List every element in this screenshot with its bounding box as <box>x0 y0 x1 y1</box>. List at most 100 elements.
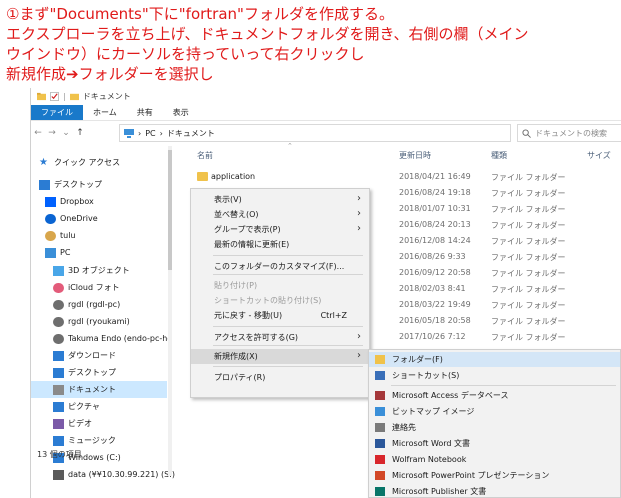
context-menu-item[interactable]: 最新の情報に更新(E) <box>191 237 369 252</box>
context-menu-label: プロパティ(R) <box>214 373 266 382</box>
sidebar-item[interactable]: data (¥¥10.30.99.221) (S:) <box>31 466 175 483</box>
new-submenu-label: 連絡先 <box>392 423 416 432</box>
context-menu-item[interactable]: このフォルダーのカスタマイズ(F)... <box>191 259 369 274</box>
video-icon <box>53 418 64 429</box>
new-submenu-item[interactable]: ショートカット(S) <box>369 368 620 383</box>
document-icon <box>53 384 64 395</box>
menu-separator <box>213 345 363 346</box>
instruction-line-3: ウインドウ）にカーソルを持っていって右クリックし <box>6 45 365 63</box>
up-arrow-icon[interactable]: ↑ <box>73 128 87 138</box>
context-menu-item[interactable]: プロパティ(R) <box>191 370 369 385</box>
sidebar-item[interactable]: rgdl (rgdl-pc) <box>31 296 167 313</box>
forward-arrow-icon[interactable]: → <box>45 128 59 138</box>
tab-view[interactable]: 表示 <box>163 105 199 120</box>
menu-separator <box>213 326 363 327</box>
sidebar-item[interactable]: デスクトップ <box>31 364 167 381</box>
back-arrow-icon[interactable]: ← <box>31 128 45 138</box>
file-type: ファイル フォルダー <box>491 269 566 278</box>
file-type: ファイル フォルダー <box>491 317 566 326</box>
context-menu-item[interactable]: 表示(V) › <box>191 192 369 207</box>
folder-icon <box>37 92 46 101</box>
tab-file[interactable]: ファイル <box>31 105 83 120</box>
tab-home[interactable]: ホーム <box>83 105 127 120</box>
context-menu-item[interactable]: 新規作成(X) › <box>191 349 369 364</box>
file-date: 2016/08/24 19:18 <box>399 188 471 197</box>
column-header-name[interactable]: 名前 <box>197 150 213 161</box>
sidebar-item[interactable]: ダウンロード <box>31 347 167 364</box>
word-icon <box>375 439 385 448</box>
instruction-folder-label: フォルダーを選択し <box>78 65 214 83</box>
context-menu-item[interactable]: 並べ替え(O) › <box>191 207 369 222</box>
sidebar-item[interactable]: ★ クイック アクセス <box>31 154 167 171</box>
sidebar-scrollbar-thumb[interactable] <box>168 150 172 270</box>
sidebar-item[interactable]: Dropbox <box>31 193 167 210</box>
navigation-pane: ★ クイック アクセス デスクトップ Dropbox OneDrive tulu PC 3D … <box>31 146 175 480</box>
menu-separator <box>213 255 363 256</box>
address-box[interactable]: › PC › ドキュメント <box>119 124 511 142</box>
cloud-icon <box>45 213 56 224</box>
search-box[interactable]: ドキュメントの検索 <box>517 124 621 142</box>
column-header-size[interactable]: サイズ <box>587 150 611 161</box>
new-submenu-item[interactable]: 連絡先 <box>369 420 620 435</box>
new-submenu-item[interactable]: フォルダー(F) <box>369 352 620 367</box>
column-header-date[interactable]: 更新日時 <box>399 150 431 161</box>
menu-separator <box>213 366 363 367</box>
new-submenu-item[interactable]: Wolfram Notebook <box>369 452 620 467</box>
file-row[interactable]: application 2018/04/21 16:49 ファイル フォルダー <box>191 169 621 185</box>
context-menu-label: 新規作成(X) <box>214 352 258 361</box>
file-date: 2018/03/22 19:49 <box>399 300 471 309</box>
file-date: 2018/04/21 16:49 <box>399 172 471 181</box>
sidebar-item[interactable]: PC <box>31 244 167 261</box>
context-menu-item[interactable]: 元に戻す - 移動(U) Ctrl+Z <box>191 308 369 323</box>
pc-icon <box>124 128 134 138</box>
file-date: 2016/05/18 20:58 <box>399 316 471 325</box>
sidebar-item[interactable]: 3D オブジェクト <box>31 262 167 279</box>
user-icon <box>53 316 64 327</box>
sidebar-item[interactable]: rgdl (ryoukami) <box>31 313 167 330</box>
search-icon <box>522 128 531 138</box>
sidebar-item[interactable]: ミュージック <box>31 432 167 449</box>
column-header-type[interactable]: 種類 <box>491 150 507 161</box>
dropbox-icon <box>45 196 56 207</box>
context-menu-label: このフォルダーのカスタマイズ(F)... <box>214 262 345 271</box>
sidebar-item[interactable]: OneDrive <box>31 210 167 227</box>
sidebar-item[interactable]: デスクトップ <box>31 176 167 193</box>
menu-shortcut: Ctrl+Z <box>320 311 347 320</box>
window-title: ドキュメント <box>82 92 131 101</box>
sidebar-item[interactable]: ビデオ <box>31 415 167 432</box>
chevron-down-icon[interactable]: ⌄ <box>59 128 73 138</box>
search-placeholder: ドキュメントの検索 <box>535 128 607 138</box>
context-menu-item[interactable]: アクセスを許可する(G) › <box>191 330 369 345</box>
context-menu-label: グループで表示(P) <box>214 225 281 234</box>
breadcrumb-documents[interactable]: ドキュメント <box>167 128 215 139</box>
new-submenu-item[interactable]: Microsoft PowerPoint プレゼンテーション <box>369 468 620 483</box>
wolfram-icon <box>375 455 385 464</box>
new-submenu-item[interactable]: ビットマップ イメージ <box>369 404 620 419</box>
breadcrumb-separator: › <box>138 128 142 138</box>
checkmark-icon[interactable] <box>50 92 59 101</box>
user-icon <box>53 299 64 310</box>
sidebar-item[interactable]: Takuma Endo (endo-pc-ho <box>31 330 172 347</box>
instruction-line-1: ①まず"Documents"下に"fortran"フォルダを作成する。 <box>6 5 394 23</box>
new-submenu-item[interactable]: Microsoft Word 文書 <box>369 436 620 451</box>
chevron-right-icon: › <box>357 208 361 219</box>
sidebar-item[interactable]: ドキュメント <box>31 381 167 398</box>
sidebar-item[interactable]: ピクチャ <box>31 398 167 415</box>
sidebar-item-label: rgdl (rgdl-pc) <box>68 300 121 309</box>
new-submenu-item[interactable]: Microsoft Access データベース <box>369 388 620 403</box>
tab-share[interactable]: 共有 <box>127 105 163 120</box>
sidebar-item[interactable]: iCloud フォト <box>31 279 167 296</box>
file-type: ファイル フォルダー <box>491 301 566 310</box>
sidebar-item[interactable]: tulu <box>31 227 167 244</box>
context-menu-item[interactable]: 貼り付け(P) <box>191 278 369 293</box>
breadcrumb-pc[interactable]: PC <box>145 129 155 138</box>
new-submenu-label: Wolfram Notebook <box>392 455 467 464</box>
context-menu-item[interactable]: グループで表示(P) › <box>191 222 369 237</box>
arrow-icon: ➔ <box>66 65 79 83</box>
context-menu-item[interactable]: ショートカットの貼り付け(S) <box>191 293 369 308</box>
folder-icon <box>375 355 385 364</box>
new-submenu-item[interactable]: Microsoft Publisher 文書 <box>369 484 620 498</box>
picture-icon <box>53 401 64 412</box>
chevron-right-icon: › <box>357 193 361 204</box>
new-submenu-label: Microsoft Word 文書 <box>392 439 471 448</box>
